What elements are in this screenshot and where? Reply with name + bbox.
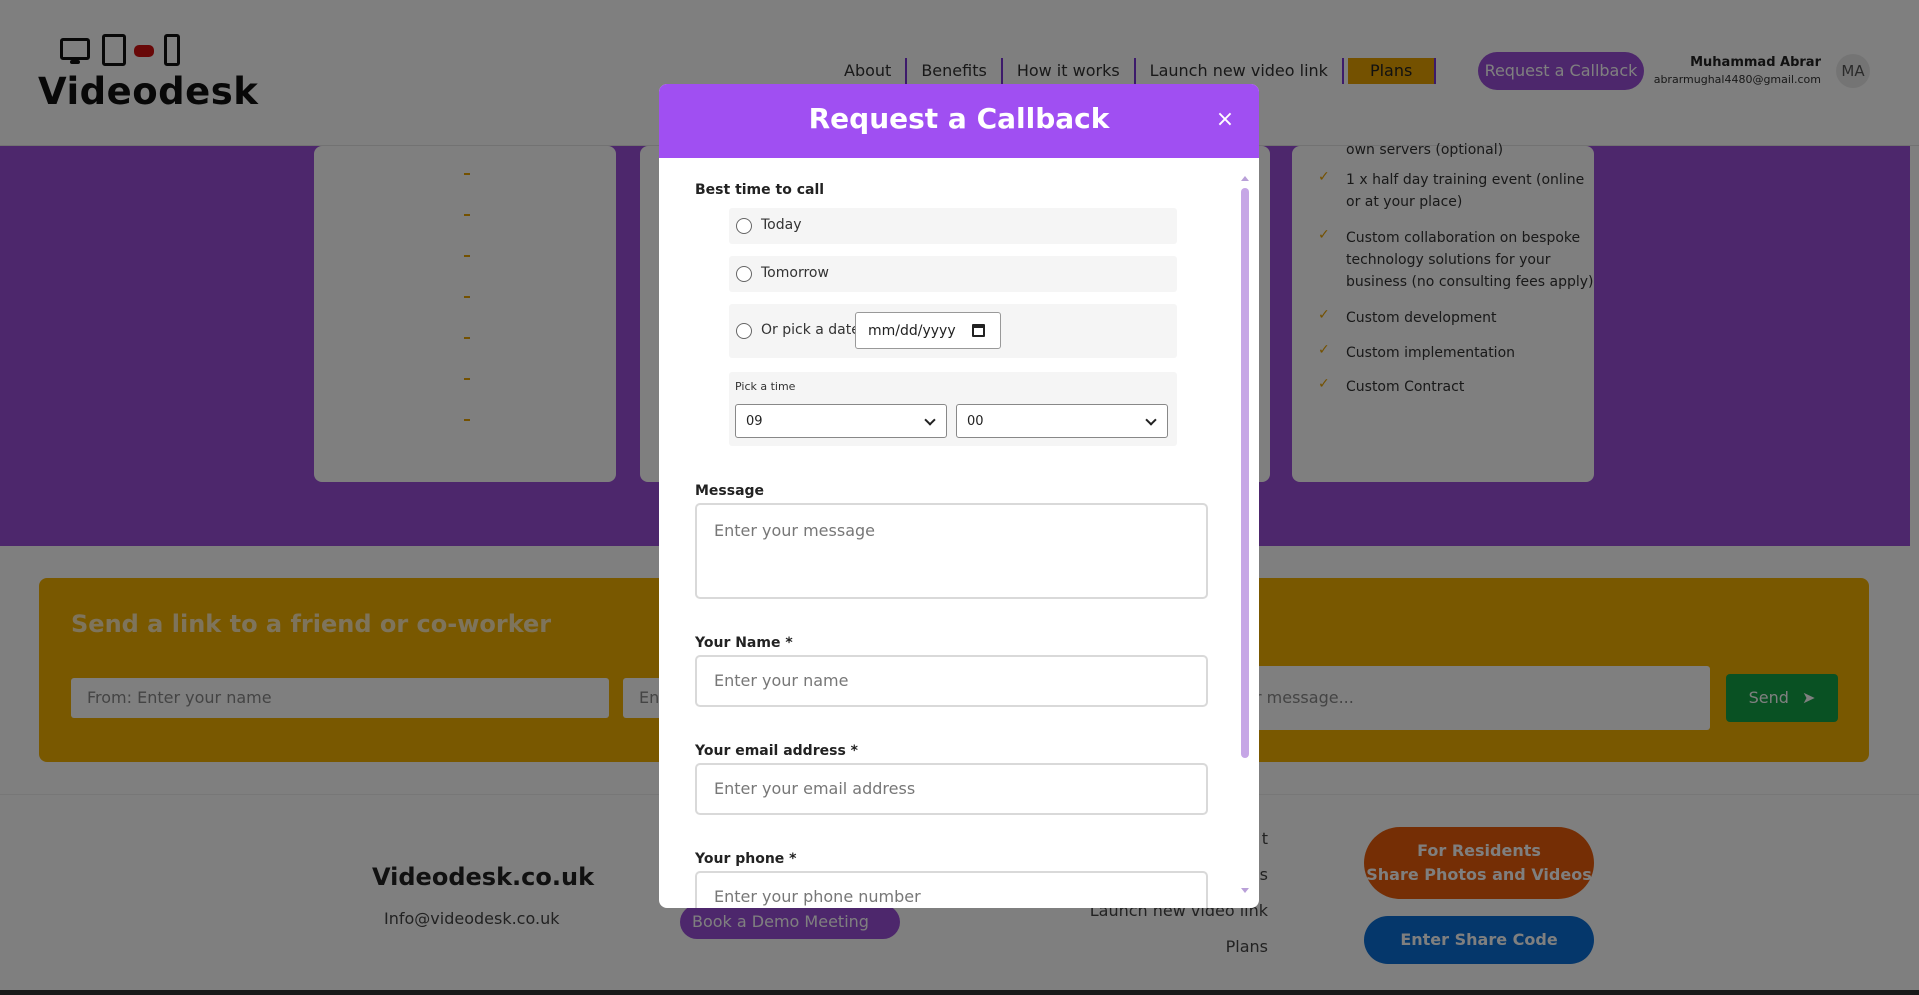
email-input[interactable]: Enter your email address [695,763,1208,815]
name-input[interactable]: Enter your name [695,655,1208,707]
option-today-label: Today [761,217,802,233]
close-icon[interactable]: × [1209,104,1241,136]
best-time-label: Best time to call [695,182,825,198]
calendar-icon[interactable] [972,324,985,337]
message-placeholder: Enter your message [714,521,875,540]
radio-tomorrow[interactable] [736,266,752,282]
phone-label: Your phone * [695,851,797,867]
scroll-down-arrow[interactable] [1241,888,1249,893]
hour-select[interactable]: 09 [735,404,947,438]
radio-pick-date[interactable] [736,323,752,339]
option-tomorrow[interactable]: Tomorrow [729,256,1177,292]
page: Videodesk About Benefits How it works La… [0,0,1919,995]
option-today[interactable]: Today [729,208,1177,244]
phone-placeholder: Enter your phone number [714,887,921,906]
name-placeholder: Enter your name [714,671,849,690]
message-textarea[interactable]: Enter your message [695,503,1208,599]
callback-modal: Request a Callback × Best time to call T… [659,84,1259,908]
chevron-down-icon [924,414,936,426]
pick-time-group: Pick a time 09 00 [729,372,1177,446]
option-pick-date[interactable]: Or pick a date: mm/dd/yyyy [729,304,1177,358]
radio-today[interactable] [736,218,752,234]
option-pick-date-label: Or pick a date: [761,322,865,338]
phone-input[interactable]: Enter your phone number [695,871,1208,908]
email-placeholder: Enter your email address [714,779,916,798]
date-placeholder: mm/dd/yyyy [868,323,956,339]
modal-body: Best time to call Today Tomorrow Or pick… [659,158,1259,908]
email-label: Your email address * [695,743,858,759]
option-tomorrow-label: Tomorrow [761,265,829,281]
pick-time-label: Pick a time [735,380,796,393]
name-label: Your Name * [695,635,793,651]
modal-header: Request a Callback × [659,84,1259,158]
scroll-up-arrow[interactable] [1241,176,1249,181]
minute-value: 00 [967,414,984,429]
scroll-thumb[interactable] [1241,188,1249,758]
minute-select[interactable]: 00 [956,404,1168,438]
message-label: Message [695,483,765,499]
hour-value: 09 [746,414,763,429]
date-input[interactable]: mm/dd/yyyy [855,312,1001,349]
chevron-down-icon [1145,414,1157,426]
modal-title: Request a Callback [808,102,1110,135]
